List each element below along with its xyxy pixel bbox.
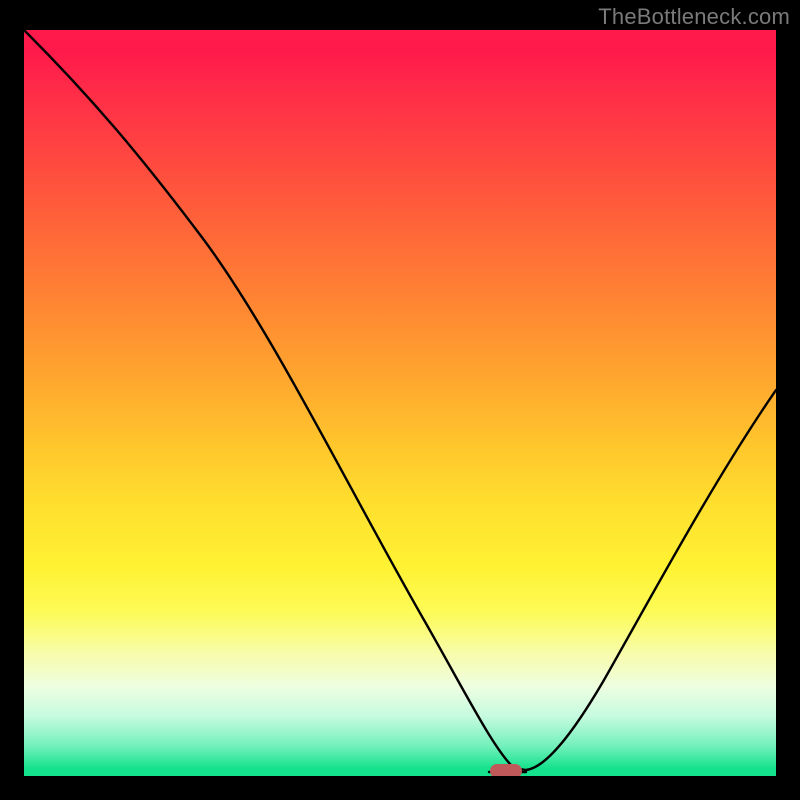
chart-frame: TheBottleneck.com xyxy=(0,0,800,800)
watermark-text: TheBottleneck.com xyxy=(598,4,790,30)
optimal-point-marker xyxy=(490,764,522,776)
bottleneck-curve xyxy=(24,30,776,776)
curve-path xyxy=(24,30,776,770)
plot-area xyxy=(24,30,776,776)
